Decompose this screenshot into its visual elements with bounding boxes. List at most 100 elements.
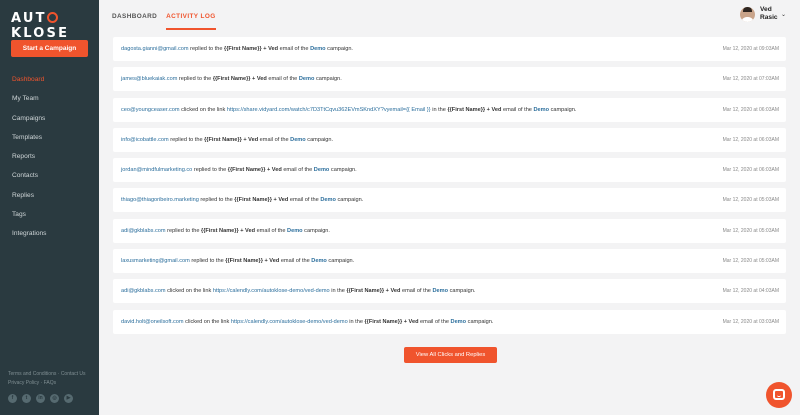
activity-mid-text: email of the [268, 76, 298, 83]
header-tabs: DASHBOARD ACTIVITY LOG [112, 13, 216, 30]
instagram-icon[interactable]: ◎ [50, 394, 59, 403]
sidebar-item-integrations[interactable]: Integrations [0, 228, 99, 247]
sidebar-item-contacts[interactable]: Contacts [0, 170, 99, 189]
tab-activity-log[interactable]: ACTIVITY LOG [166, 13, 216, 30]
autoklose-logo[interactable]: AUTKLOSE [11, 11, 99, 41]
terms-link[interactable]: Terms and Conditions [8, 371, 56, 377]
activity-contact-email[interactable]: david.holt@oneilsoft.com [121, 319, 184, 325]
twitter-icon[interactable]: t [22, 394, 31, 403]
activity-action: replied to the [167, 227, 200, 234]
activity-log-row: info@icobattle.com replied to the {{Firs… [113, 127, 786, 152]
activity-plus: + [252, 76, 256, 83]
activity-campaign-link[interactable]: Demo [320, 197, 336, 203]
activity-sender: Ved [271, 167, 282, 174]
activity-sender: Ved [278, 197, 289, 204]
linkedin-icon[interactable]: in [36, 394, 45, 403]
activity-contact-email[interactable]: adi@gkblabs.com [121, 228, 166, 234]
activity-campaign-link[interactable]: Demo [451, 319, 467, 325]
activity-mid-text: email of the [280, 258, 310, 265]
activity-mid-text: email of the [279, 46, 309, 52]
contact-link[interactable]: Contact Us [61, 371, 86, 377]
activity-campaign-link[interactable]: Demo [287, 228, 303, 234]
activity-action: replied to the [170, 136, 203, 143]
activity-mid-text: email of the [402, 288, 431, 295]
chat-launcher-button[interactable] [766, 382, 792, 408]
activity-merge-tag: {{First Name}} [225, 258, 263, 265]
sidebar-item-reports[interactable]: Reports [0, 151, 99, 170]
avatar [740, 6, 755, 22]
activity-campaign-link[interactable]: Demo [310, 46, 326, 52]
activity-action: clicked on the link [167, 288, 212, 295]
activity-mid-text: email of the [289, 197, 319, 204]
sidebar-nav: Dashboard My Team Campaigns Templates Re… [0, 74, 99, 248]
activity-log-row: jordan@mindfulmarketing.co replied to th… [113, 158, 786, 183]
activity-log-row: ceo@youngceaser.com clicked on the link … [113, 97, 786, 122]
activity-timestamp: Mar 12, 2020 at 06:03AM [722, 106, 779, 113]
activity-tail-text: campaign. [328, 258, 355, 265]
tab-dashboard[interactable]: DASHBOARD [112, 13, 157, 30]
chat-icon [773, 389, 785, 400]
activity-clicked-link[interactable]: https://calendly.com/autoklose-demo/ved-… [213, 288, 330, 294]
sidebar-item-tags[interactable]: Tags [0, 209, 99, 228]
activity-preposition: in the [432, 106, 446, 113]
activity-campaign-link[interactable]: Demo [314, 167, 330, 173]
activity-plus: + [486, 106, 490, 113]
activity-merge-tag: {{First Name}} [346, 288, 385, 295]
activity-plus: + [240, 227, 244, 234]
logo-text-start: AUT [11, 11, 47, 26]
activity-tail-text: campaign. [315, 76, 342, 83]
activity-clicked-link[interactable]: https://calendly.com/autoklose-demo/ved-… [231, 319, 348, 325]
view-all-clicks-replies-button[interactable]: View All Clicks and Replies [404, 347, 497, 363]
social-links: f t in ◎ ▶ [8, 394, 73, 403]
activity-timestamp: Mar 12, 2020 at 09:03AM [722, 46, 779, 52]
activity-contact-email[interactable]: laxusmarketing@gmail.com [121, 258, 190, 264]
activity-campaign-link[interactable]: Demo [299, 76, 315, 82]
activity-contact-email[interactable]: thiago@thiagoribeiro.marketing [121, 197, 199, 203]
activity-mid-text: email of the [503, 106, 532, 113]
sidebar-item-dashboard[interactable]: Dashboard [0, 74, 99, 93]
activity-contact-email[interactable]: jordan@mindfulmarketing.co [121, 167, 192, 173]
activity-contact-email[interactable]: info@icobattle.com [121, 137, 169, 143]
activity-mid-text: email of the [259, 136, 289, 143]
activity-merge-tag: {{First Name}} [201, 227, 239, 234]
activity-timestamp: Mar 12, 2020 at 07:03AM [722, 76, 779, 83]
activity-contact-email[interactable]: dagosta.gianni@gmail.com [121, 46, 189, 52]
sidebar-item-campaigns[interactable]: Campaigns [0, 113, 99, 132]
activity-timestamp: Mar 12, 2020 at 05:03AM [722, 197, 779, 204]
activity-campaign-link[interactable]: Demo [533, 107, 549, 113]
chevron-down-icon: ⌄ [781, 11, 787, 18]
activity-log-row: adi@gkblabs.com clicked on the link http… [113, 279, 786, 304]
activity-contact-email[interactable]: ceo@youngceaser.com [121, 107, 180, 113]
sidebar-item-my-team[interactable]: My Team [0, 93, 99, 112]
activity-merge-tag: {{First Name}} [364, 318, 403, 325]
activity-sender: Ved [408, 318, 419, 325]
activity-timestamp: Mar 12, 2020 at 04:03AM [722, 288, 779, 295]
activity-preposition: in the [331, 288, 345, 295]
activity-tail-text: campaign. [304, 227, 330, 234]
activity-merge-tag: {{First Name}} [234, 197, 272, 204]
activity-contact-email[interactable]: adi@gkblabs.com [121, 288, 166, 294]
sidebar-item-replies[interactable]: Replies [0, 190, 99, 209]
activity-log-row: david.holt@oneilsoft.com clicked on the … [113, 309, 786, 334]
activity-preposition: in the [349, 318, 363, 325]
activity-sender: Ved [248, 136, 259, 143]
activity-sender: Ved [269, 258, 280, 265]
activity-timestamp: Mar 12, 2020 at 05:03AM [722, 258, 779, 265]
privacy-link[interactable]: Privacy Policy [8, 380, 39, 386]
activity-contact-email[interactable]: james@bluekaiak.com [121, 76, 177, 82]
activity-clicked-link[interactable]: https://share.vidyard.com/watch/c7D3TtCq… [227, 107, 431, 113]
youtube-icon[interactable]: ▶ [64, 394, 73, 403]
activity-action: replied to the [200, 197, 233, 204]
facebook-icon[interactable]: f [8, 394, 17, 403]
activity-campaign-link[interactable]: Demo [311, 258, 327, 264]
activity-sender: Ved [256, 76, 267, 83]
activity-campaign-link[interactable]: Demo [290, 137, 306, 143]
activity-action: clicked on the link [185, 318, 230, 325]
faqs-link[interactable]: FAQs [44, 380, 57, 386]
start-campaign-button[interactable]: Start a Campaign [11, 40, 88, 57]
sidebar-item-templates[interactable]: Templates [0, 132, 99, 151]
activity-campaign-link[interactable]: Demo [432, 288, 448, 294]
activity-merge-tag: {{First Name}} [224, 46, 262, 52]
user-menu[interactable]: Ved Rasic ⌄ [740, 6, 786, 22]
activity-mid-text: email of the [420, 318, 449, 325]
